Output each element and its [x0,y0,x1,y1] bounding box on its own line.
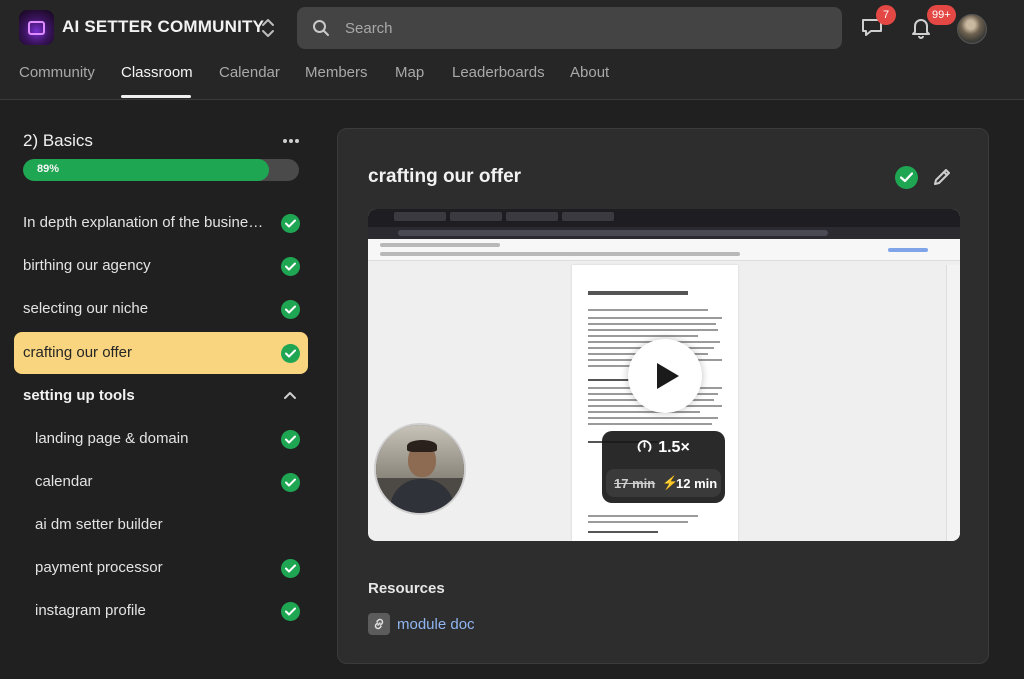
check-circle-icon [281,214,300,233]
active-tab-indicator [121,95,191,98]
tab-community[interactable]: Community [19,64,95,81]
community-name[interactable]: AI SETTER COMMUNITY [62,17,264,37]
check-circle-icon [281,257,300,276]
tab-classroom[interactable]: Classroom [121,64,193,81]
resource-label[interactable]: module doc [397,616,475,633]
check-circle-icon [281,602,300,621]
lesson-label: instagram profile [35,602,146,619]
video-url-bar [368,227,960,239]
video-doc-toolbar [368,239,960,261]
playback-speed-overlay[interactable]: 1.5× 17 min ⚡ 12 min [602,431,725,503]
lesson-label: In depth explanation of the business... [23,214,268,231]
check-circle-icon [281,300,300,319]
section-header[interactable]: setting up tools [14,375,308,417]
search-input[interactable] [345,17,825,39]
check-circle-icon [281,559,300,578]
community-logo[interactable] [19,10,54,45]
lesson-label: calendar [35,473,93,490]
check-circle-icon [281,344,300,363]
sped-up-duration: 12 min [676,476,718,491]
course-progress-bar: 89% [23,159,299,181]
play-icon [657,363,679,389]
speedometer-icon [637,439,652,454]
lesson-label: payment processor [35,559,163,576]
chevron-up-icon[interactable] [283,389,297,403]
video-player[interactable]: 1.5× 17 min ⚡ 12 min [368,209,960,541]
lesson-label: landing page & domain [35,430,189,447]
course-title: 2) Basics [23,131,93,150]
speed-value: 1.5× [658,439,690,456]
tab-about[interactable]: About [570,64,609,81]
play-button[interactable] [628,339,702,413]
more-options-icon[interactable] [280,131,302,151]
edit-pencil-icon[interactable] [931,166,953,188]
lesson-item-active[interactable]: crafting our offer [14,332,308,374]
presenter-webcam [374,423,466,515]
video-doc-sidebar [946,265,960,541]
lesson-label: selecting our niche [23,300,149,317]
duration-pill: 17 min ⚡ 12 min [606,469,721,497]
notifications-badge: 99+ [927,5,956,25]
community-switcher-icon[interactable] [259,17,277,39]
mark-complete-check-icon[interactable] [895,166,918,189]
progress-percent: 89% [37,163,60,175]
lesson-item[interactable]: In depth explanation of the business... [14,202,308,244]
search-bar[interactable] [297,7,842,49]
check-circle-icon [281,473,300,492]
tab-map[interactable]: Map [395,64,424,81]
tab-leaderboards[interactable]: Leaderboards [452,64,545,81]
lesson-item[interactable]: calendar [14,461,308,503]
lesson-title: crafting our offer [368,166,522,187]
section-title: setting up tools [23,387,135,404]
link-icon [368,613,390,635]
lesson-content-card: crafting our offer 1.5× 17 min ⚡ 12 min … [337,128,989,664]
playback-speed: 1.5× [602,439,725,457]
progress-fill [23,159,269,181]
lesson-label: crafting our offer [23,344,132,361]
lesson-item[interactable]: selecting our niche [14,288,308,330]
lesson-label: ai dm setter builder [35,516,163,533]
search-icon [312,19,330,37]
lesson-item[interactable]: payment processor [14,547,308,589]
lesson-label: birthing our agency [23,257,151,274]
tab-calendar[interactable]: Calendar [219,64,280,81]
video-browser-tabs [368,209,960,227]
resources-heading: Resources [368,580,445,597]
top-header: AI SETTER COMMUNITY 7 99+ Community Clas… [0,0,1024,100]
tab-members[interactable]: Members [305,64,368,81]
user-avatar[interactable] [957,14,987,44]
chat-badge: 7 [876,5,896,25]
lesson-item[interactable]: instagram profile [14,590,308,632]
original-duration: 17 min [614,476,656,491]
check-circle-icon [281,430,300,449]
lesson-item[interactable]: landing page & domain [14,418,308,460]
lesson-item[interactable]: ai dm setter builder [14,504,308,546]
lesson-item[interactable]: birthing our agency [14,245,308,287]
